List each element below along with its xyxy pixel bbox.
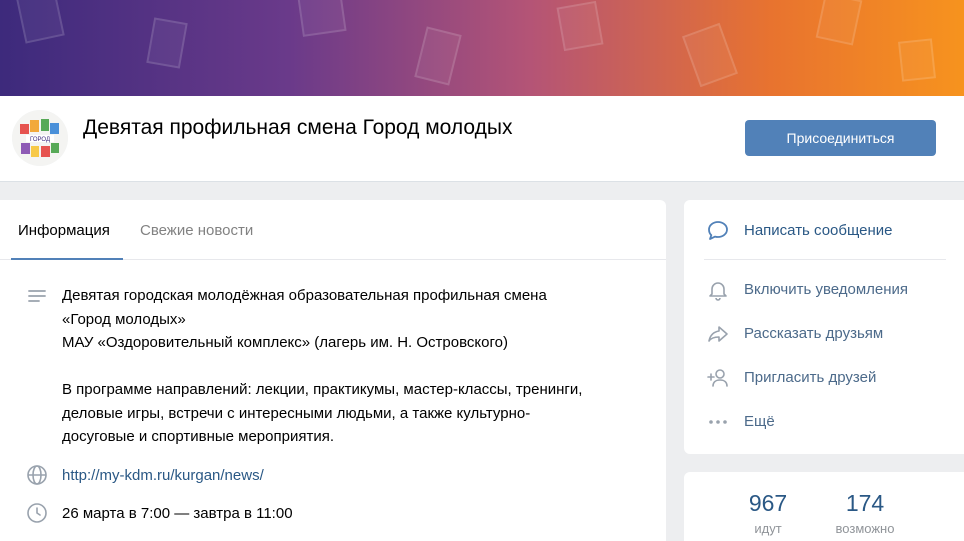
group-avatar[interactable]: ГОРОД (12, 110, 68, 166)
group-description: Девятая городская молодёжная образовател… (62, 287, 583, 445)
write-message-action[interactable]: Написать сообщение (684, 211, 964, 251)
more-label: Ещё (744, 413, 775, 430)
write-message-label: Написать сообщение (744, 222, 893, 239)
join-button[interactable]: Присоединиться (745, 120, 936, 156)
cover-image (0, 0, 964, 96)
website-link[interactable]: http://my-kdm.ru/kurgan/news/ (62, 464, 652, 488)
tab-news[interactable]: Свежие новости (140, 222, 253, 239)
actions-card: Написать сообщение Включить уведомления … (684, 200, 964, 454)
list-icon (26, 286, 48, 308)
going-label: идут (754, 521, 782, 536)
info-card: Информация Свежие новости Девятая городс… (0, 200, 666, 541)
share-action[interactable]: Рассказать друзьям (684, 314, 964, 354)
maybe-count[interactable]: 174 (815, 490, 915, 517)
tab-info[interactable]: Информация (18, 222, 110, 239)
active-tab-indicator (11, 258, 123, 260)
more-dots-icon (706, 410, 730, 434)
group-header: ГОРОД Девятая профильная смена Город мол… (0, 96, 964, 182)
share-arrow-icon (706, 322, 730, 346)
clock-icon (26, 502, 48, 524)
invite-friends-action[interactable]: Пригласить друзей (684, 358, 964, 398)
maybe-label: возможно (835, 521, 895, 536)
add-user-icon (706, 366, 730, 390)
bell-icon (706, 278, 730, 302)
message-bubble-icon (706, 219, 730, 243)
notifications-action[interactable]: Включить уведомления (684, 270, 964, 310)
actions-divider (704, 259, 946, 260)
event-datetime: 26 марта в 7:00 — завтра в 11:00 (62, 505, 293, 522)
group-title: Девятая профильная смена Город молодых (83, 116, 513, 139)
going-count[interactable]: 967 (718, 490, 818, 517)
invite-friends-label: Пригласить друзей (744, 369, 877, 386)
svg-text:ГОРОД: ГОРОД (30, 137, 50, 143)
share-label: Рассказать друзьям (744, 325, 884, 342)
globe-icon (26, 464, 48, 486)
tab-bar: Информация Свежие новости (0, 200, 666, 260)
attendance-stats: 967 идут 174 возможно (684, 472, 964, 541)
notifications-label: Включить уведомления (744, 281, 909, 298)
more-action[interactable]: Ещё (684, 402, 964, 442)
